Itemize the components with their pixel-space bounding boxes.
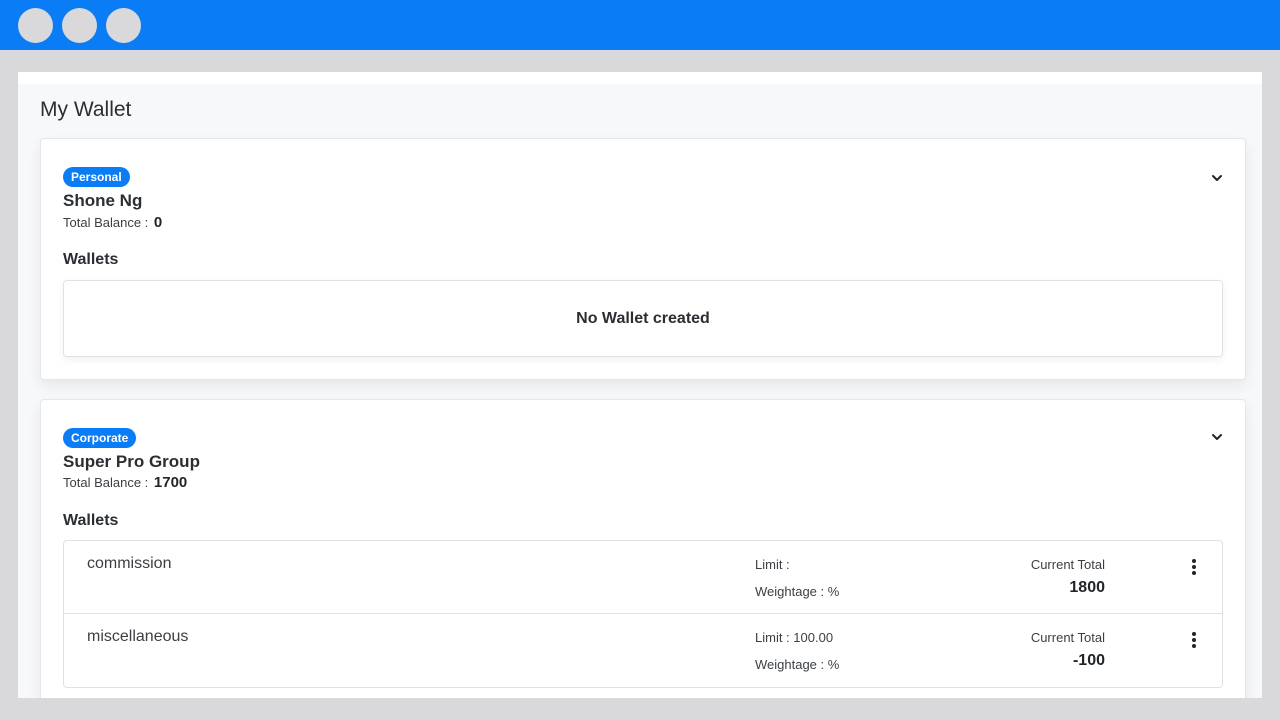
wallet-weightage: Weightage : % bbox=[755, 657, 840, 672]
total-balance-label: Total Balance : bbox=[63, 215, 149, 230]
wallet-limit: Limit : 100.00 bbox=[755, 630, 834, 645]
total-balance-value: 0 bbox=[153, 214, 163, 231]
wallet-name: miscellaneous bbox=[87, 628, 189, 645]
wallet-name: commission bbox=[87, 555, 172, 572]
app-page: My Wallet Personal Shone Ng Total Balanc… bbox=[18, 72, 1262, 698]
account-name: Super Pro Group bbox=[63, 452, 200, 471]
current-total-label: Current Total bbox=[1030, 557, 1105, 572]
wallet-list: commission Limit : Weightage : % Current… bbox=[63, 540, 1223, 688]
chevron-down-icon[interactable] bbox=[1209, 429, 1225, 445]
total-balance: Total Balance : 1700 bbox=[63, 474, 187, 491]
account-card-personal: Personal Shone Ng Total Balance : 0 Wall… bbox=[40, 138, 1246, 380]
main-content: My Wallet Personal Shone Ng Total Balanc… bbox=[18, 84, 1262, 698]
wallet-row: commission Limit : Weightage : % Current… bbox=[64, 541, 1222, 614]
chevron-down-icon[interactable] bbox=[1209, 170, 1225, 186]
account-type-badge: Corporate bbox=[63, 428, 137, 448]
current-total-value: -100 bbox=[1072, 652, 1105, 669]
page-title: My Wallet bbox=[40, 98, 132, 121]
total-balance-label: Total Balance : bbox=[63, 475, 149, 490]
total-balance-value: 1700 bbox=[153, 474, 188, 491]
current-total-value: 1800 bbox=[1069, 579, 1105, 596]
account-type-badge: Personal bbox=[63, 167, 130, 187]
total-balance: Total Balance : 0 bbox=[63, 214, 162, 231]
window-control-dot[interactable] bbox=[18, 8, 53, 43]
wallets-heading: Wallets bbox=[63, 251, 119, 268]
wallet-weightage: Weightage : % bbox=[755, 584, 840, 599]
kebab-menu-icon[interactable] bbox=[1186, 630, 1202, 650]
empty-wallets-message: No Wallet created bbox=[63, 280, 1223, 357]
window-control-dot[interactable] bbox=[62, 8, 97, 43]
window-control-dot[interactable] bbox=[106, 8, 141, 43]
account-card-corporate: Corporate Super Pro Group Total Balance … bbox=[40, 399, 1246, 698]
wallets-heading: Wallets bbox=[63, 512, 119, 529]
current-total-label: Current Total bbox=[1030, 630, 1105, 645]
kebab-menu-icon[interactable] bbox=[1186, 557, 1202, 577]
window-titlebar bbox=[0, 0, 1280, 50]
wallet-limit: Limit : bbox=[755, 557, 790, 572]
account-name: Shone Ng bbox=[63, 191, 143, 210]
wallet-row: miscellaneous Limit : 100.00 Weightage :… bbox=[64, 614, 1222, 687]
